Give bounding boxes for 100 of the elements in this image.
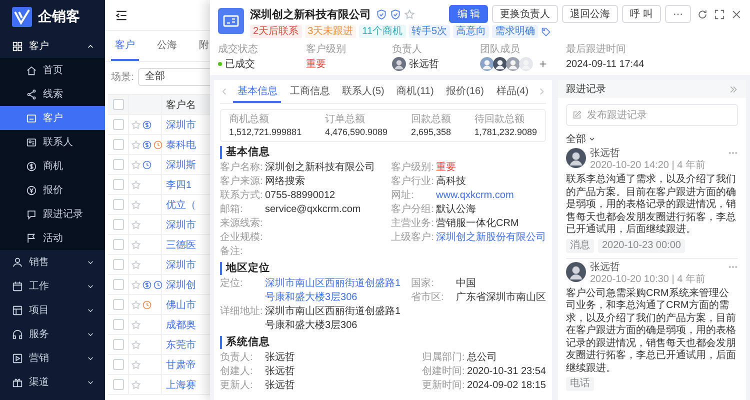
- action-button[interactable]: 呼 叫: [622, 5, 661, 23]
- field-link[interactable]: www.qxkcrm.com: [436, 189, 514, 203]
- star-icon[interactable]: [131, 280, 141, 290]
- menu-group[interactable]: 服务: [0, 322, 105, 346]
- tab[interactable]: 客户: [111, 31, 139, 61]
- action-button[interactable]: 编 辑: [449, 5, 488, 23]
- menu-group[interactable]: 营销: [0, 346, 105, 370]
- field-value: 0755-88990012: [265, 189, 336, 203]
- checkbox[interactable]: [112, 319, 124, 330]
- menu-group[interactable]: 工作: [0, 274, 105, 298]
- gift-icon: [12, 376, 23, 388]
- tab[interactable]: 报价(16): [442, 80, 488, 103]
- tab[interactable]: 附: [195, 31, 213, 61]
- customer-name-link[interactable]: 深圳斯: [166, 158, 196, 172]
- customer-name-link[interactable]: 深圳创: [166, 278, 196, 292]
- customer-name-link[interactable]: 三德医: [166, 238, 196, 252]
- menu-item[interactable]: 跟进记录: [0, 202, 105, 226]
- star-icon[interactable]: [131, 120, 141, 130]
- checkbox[interactable]: [112, 139, 124, 150]
- author-name: 张远哲: [590, 148, 621, 160]
- fullscreen-icon[interactable]: [714, 8, 725, 20]
- menu-item[interactable]: 客户: [0, 106, 105, 130]
- customer-name-link[interactable]: 深圳市: [166, 118, 196, 132]
- menu-item[interactable]: 报价: [0, 178, 105, 202]
- menu-group[interactable]: 项目: [0, 298, 105, 322]
- action-button[interactable]: 退回公海: [562, 5, 618, 23]
- tab[interactable]: 基本信息: [233, 80, 282, 103]
- customer-name-link[interactable]: 优立（: [166, 198, 196, 212]
- tab[interactable]: 工商信息: [286, 80, 334, 103]
- checkbox[interactable]: [112, 339, 124, 350]
- checkbox[interactable]: [112, 119, 124, 130]
- star-icon[interactable]: [131, 180, 141, 190]
- field-label: 归属部门:: [422, 351, 466, 365]
- customer-name-link[interactable]: 李四1: [166, 178, 192, 192]
- checkbox[interactable]: [112, 179, 124, 190]
- checkbox[interactable]: [112, 359, 124, 370]
- checkbox[interactable]: [112, 299, 124, 310]
- menu-item[interactable]: 活动: [0, 226, 105, 250]
- close-icon[interactable]: [731, 8, 742, 20]
- star-icon[interactable]: [131, 220, 141, 230]
- star-icon[interactable]: [131, 320, 141, 330]
- customer-name-link[interactable]: 东莞市: [166, 338, 196, 352]
- tag: 2天后联系: [250, 25, 302, 38]
- customer-name-link[interactable]: 深圳市: [166, 218, 196, 232]
- star-icon[interactable]: [131, 340, 141, 350]
- field-link[interactable]: 深圳市南山区西丽街道创盛路1号康和盛大楼3层306: [265, 277, 407, 305]
- menu-item[interactable]: 首页: [0, 58, 105, 82]
- field-label: 更新人:: [220, 379, 254, 393]
- shield-icon: [390, 8, 401, 20]
- filter-dropdown[interactable]: 全部: [566, 132, 596, 146]
- customer-name-link[interactable]: 成都奥: [166, 318, 196, 332]
- checkbox[interactable]: [112, 159, 124, 170]
- action-button[interactable]: 更换负责人: [492, 5, 558, 23]
- menu-item[interactable]: 联系人: [0, 130, 105, 154]
- field-label: 网址:: [391, 189, 415, 203]
- customer-name-link[interactable]: 甘肃帝: [166, 358, 196, 372]
- star-icon[interactable]: [131, 300, 141, 310]
- checkbox[interactable]: [112, 219, 124, 230]
- menu-item[interactable]: 商机: [0, 154, 105, 178]
- post-field[interactable]: 发布跟进记录: [566, 104, 738, 126]
- star-icon[interactable]: [131, 140, 141, 150]
- field-link[interactable]: 深圳创之新股份有限公司: [436, 231, 546, 245]
- checkbox[interactable]: [112, 259, 124, 270]
- tag-icon[interactable]: [541, 26, 552, 36]
- menu-group[interactable]: 渠道: [0, 370, 105, 394]
- double-chevron-icon[interactable]: [729, 84, 738, 94]
- checkbox[interactable]: [112, 199, 124, 210]
- star-icon[interactable]: [131, 360, 141, 370]
- field-label: 联系方式:: [220, 189, 264, 203]
- menu-group[interactable]: 客户: [0, 34, 105, 58]
- star-icon[interactable]: [131, 380, 141, 390]
- refresh-icon[interactable]: [697, 8, 708, 20]
- star-icon[interactable]: [131, 160, 141, 170]
- tab[interactable]: 样品(4): [492, 80, 533, 103]
- field-value: 营销服一体化CRM: [436, 217, 519, 231]
- tab[interactable]: 公海: [153, 31, 181, 61]
- checkbox[interactable]: [112, 99, 124, 110]
- customer-name-link[interactable]: 佛山市: [166, 298, 196, 312]
- add-member-icon[interactable]: [538, 59, 548, 69]
- star-icon[interactable]: [404, 8, 415, 20]
- stat-label: 成交状态: [218, 44, 259, 56]
- field-label: 主营业务:: [391, 217, 435, 231]
- customer-name-link[interactable]: 深圳市: [166, 258, 196, 272]
- action-button[interactable]: ···: [665, 5, 691, 23]
- customer-name-link[interactable]: 泰科电: [166, 138, 196, 152]
- star-icon[interactable]: [131, 240, 141, 250]
- checkbox[interactable]: [112, 239, 124, 250]
- checkbox[interactable]: [112, 279, 124, 290]
- star-icon[interactable]: [131, 200, 141, 210]
- field-value: 张远哲: [265, 365, 295, 379]
- tab[interactable]: 联系人(5): [338, 80, 388, 103]
- field-label: 客户行业:: [391, 175, 435, 189]
- checkbox[interactable]: [112, 379, 124, 390]
- menu-icon[interactable]: [115, 8, 128, 22]
- calendar-icon: [12, 280, 23, 292]
- tab[interactable]: 商机(11): [392, 80, 438, 103]
- customer-name-link[interactable]: 上海赛: [166, 378, 196, 392]
- star-icon[interactable]: [131, 260, 141, 270]
- menu-group[interactable]: 销售: [0, 250, 105, 274]
- menu-item[interactable]: 线索: [0, 82, 105, 106]
